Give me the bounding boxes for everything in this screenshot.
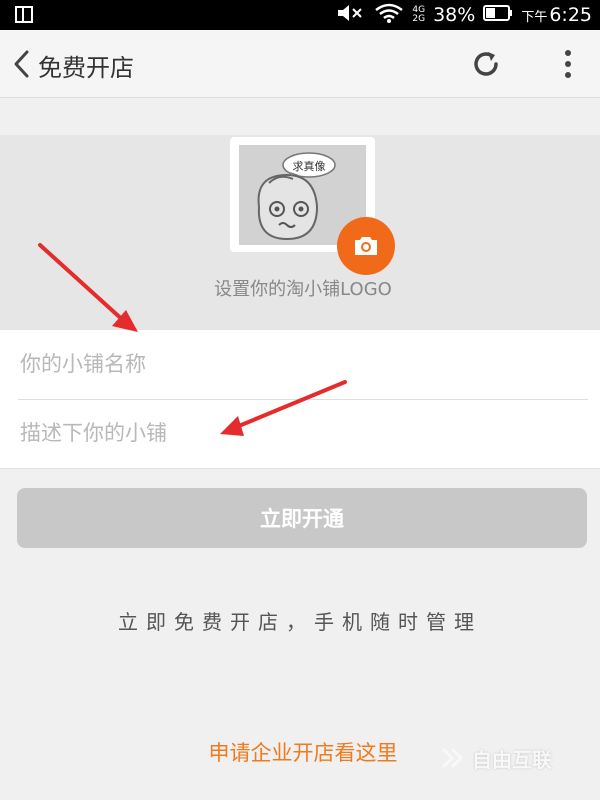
clock: 下午 6:25 (521, 4, 592, 26)
app-bar: 免费开店 (0, 30, 600, 98)
logo-caption: 设置你的淘小铺LOGO (214, 279, 392, 300)
camera-button[interactable] (337, 217, 395, 275)
wifi-icon (374, 2, 404, 29)
status-indicators: 4G 2G 38% 下午 6:25 (336, 0, 592, 30)
camera-icon (355, 237, 377, 255)
watermark-logo-icon (441, 747, 464, 769)
battery-percent: 38% (433, 4, 476, 26)
open-shop-button[interactable]: 立即开通 (17, 488, 587, 548)
speech-bubble-text: 求真像 (293, 159, 326, 173)
refresh-button[interactable] (466, 46, 506, 82)
clock-prefix: 下午 (521, 10, 548, 25)
notification-icon (14, 4, 36, 31)
clock-time: 6:25 (549, 4, 592, 26)
back-arrow-icon (14, 50, 29, 78)
network-bottom-label: 2G (412, 14, 426, 24)
slogan-text: 立即免费开店，手机随时管理 (118, 610, 482, 634)
more-vertical-icon (565, 50, 571, 78)
back-button[interactable] (4, 42, 40, 86)
watermark: 自由互联 (440, 738, 600, 778)
screen: 4G 2G 38% 下午 6:25 免费开店 求真像 设置你的淘小铺LOGO 你… (0, 0, 600, 800)
page-title: 免费开店 (38, 54, 134, 82)
more-button[interactable] (552, 46, 584, 82)
shop-name-input[interactable] (0, 330, 600, 398)
watermark-text: 自由互联 (472, 747, 552, 772)
battery-icon (483, 4, 513, 26)
refresh-icon (474, 52, 498, 76)
logo-panel: 求真像 设置你的淘小铺LOGO (0, 135, 600, 330)
shop-description-input[interactable] (0, 399, 600, 467)
status-bar: 4G 2G 38% 下午 6:25 (0, 0, 600, 30)
mute-icon (336, 3, 366, 28)
shop-info-form (0, 330, 600, 469)
network-indicator: 4G 2G (412, 6, 425, 24)
